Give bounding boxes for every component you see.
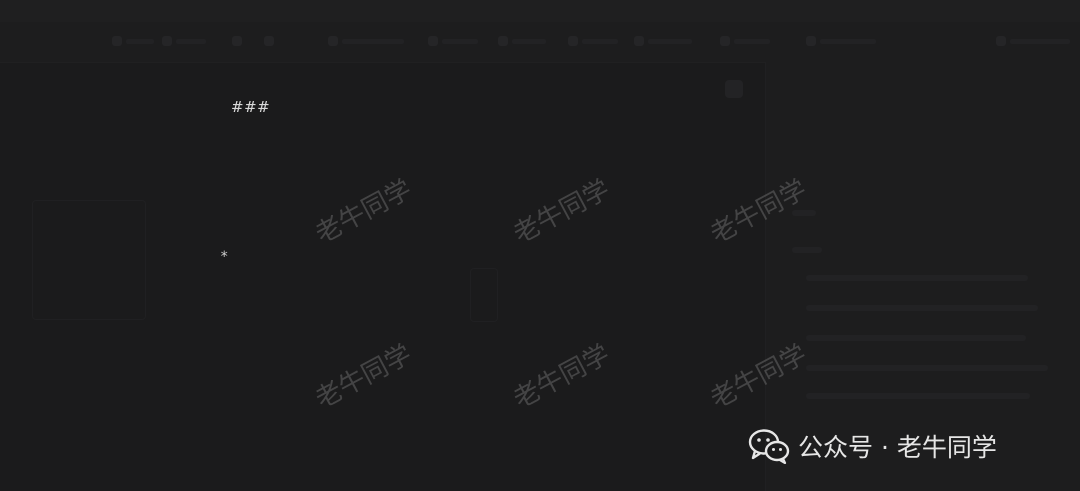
window-top-strip xyxy=(0,0,1080,22)
bookmark-bar xyxy=(0,22,1080,63)
toolbar-icon xyxy=(725,80,743,98)
outline-item xyxy=(806,305,1038,311)
bookmark-favicon xyxy=(996,36,1006,46)
outline-item xyxy=(806,335,1026,341)
bookmark-favicon xyxy=(568,36,578,46)
bookmark-label xyxy=(126,39,154,44)
outline-item xyxy=(806,393,1030,399)
outline-panel xyxy=(765,62,1080,491)
bookmark-label xyxy=(1010,39,1070,44)
bookmark-favicon xyxy=(232,36,242,46)
bookmark-label xyxy=(512,39,546,44)
bookmark-favicon xyxy=(112,36,122,46)
watermark-text: 老牛同学 xyxy=(508,174,615,250)
bookmark-favicon xyxy=(498,36,508,46)
dimmed-app-screen: ### * 老牛同学 老牛同学 老牛同学 老牛同学 老牛同学 老牛同学 公众号 … xyxy=(0,0,1080,491)
bookmark-favicon xyxy=(328,36,338,46)
outline-item xyxy=(806,365,1048,371)
bookmark-label xyxy=(582,39,618,44)
outline-heading xyxy=(792,210,816,216)
watermark-text: 老牛同学 xyxy=(310,339,417,415)
bookmark-label xyxy=(442,39,478,44)
bookmark-label xyxy=(734,39,770,44)
watermark-text: 老牛同学 xyxy=(508,339,615,415)
bookmark-favicon xyxy=(806,36,816,46)
bookmark-label xyxy=(820,39,876,44)
bookmark-favicon xyxy=(634,36,644,46)
sidebar-outline-box xyxy=(32,200,146,320)
wechat-icon xyxy=(748,429,790,464)
outline-heading xyxy=(792,247,822,253)
credit-text: 公众号 · 老牛同学 xyxy=(798,433,997,462)
bookmark-favicon xyxy=(264,36,274,46)
bookmark-favicon xyxy=(162,36,172,46)
heading-marker: ### xyxy=(231,98,271,116)
account-credit: 公众号 · 老牛同学 xyxy=(748,428,997,464)
faint-block xyxy=(470,268,498,322)
bookmark-label xyxy=(342,39,404,44)
bookmark-favicon xyxy=(720,36,730,46)
watermark-text: 老牛同学 xyxy=(310,174,417,250)
bullet-marker: * xyxy=(220,249,229,265)
bookmark-label xyxy=(176,39,206,44)
bookmark-label xyxy=(648,39,692,44)
bookmark-favicon xyxy=(428,36,438,46)
outline-item xyxy=(806,275,1028,281)
